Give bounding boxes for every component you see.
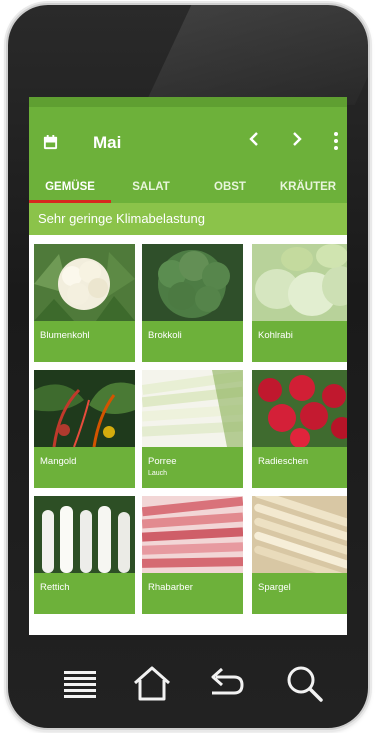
tab-label: GEMÜSE — [45, 181, 95, 193]
card-rhabarber[interactable]: Rhabarber — [142, 496, 243, 614]
radieschen-image — [252, 370, 347, 447]
card-title: Rettich — [40, 582, 70, 593]
menu-icon[interactable] — [60, 663, 100, 703]
tab-kraeuter[interactable]: KRÄUTER — [269, 173, 347, 203]
blumenkohl-image — [34, 244, 135, 321]
card-kohlrabi[interactable]: Kohlrabi — [252, 244, 347, 362]
rettich-image — [34, 496, 135, 573]
back-icon[interactable] — [206, 663, 246, 703]
category-tabs: GEMÜSE SALAT OBST KRÄUTER — [29, 173, 347, 203]
card-spargel[interactable]: Spargel — [252, 496, 347, 614]
app-bar: Mai — [29, 107, 347, 173]
tab-salat[interactable]: SALAT — [111, 173, 191, 203]
card-title: Brokkoli — [148, 330, 182, 341]
card-title: Porree — [148, 456, 177, 467]
porree-image — [142, 370, 243, 447]
month-title: Mai — [93, 133, 122, 152]
tab-label: OBST — [214, 181, 246, 193]
tab-obst[interactable]: OBST — [191, 173, 269, 203]
bottom-nav — [8, 641, 368, 728]
status-bar — [29, 97, 347, 107]
chevron-right-icon[interactable] — [292, 131, 302, 147]
card-title: Kohlrabi — [258, 330, 293, 341]
card-title: Mangold — [40, 456, 77, 467]
tab-gemuese[interactable]: GEMÜSE — [29, 173, 111, 203]
search-icon[interactable] — [284, 663, 324, 703]
tab-label: SALAT — [132, 181, 170, 193]
vegetable-grid: Blumenkohl Brokkoli Kohlrabi Mangold Por… — [29, 235, 347, 635]
card-subtitle: Lauch — [148, 470, 168, 477]
card-mangold[interactable]: Mangold — [34, 370, 135, 488]
card-radieschen[interactable]: Radieschen — [252, 370, 347, 488]
section-header: Sehr geringe Klimabelastung — [29, 203, 347, 235]
kohlrabi-image — [252, 244, 347, 321]
calendar-icon[interactable] — [43, 135, 58, 150]
app-screen: Mai GEMÜSE SALAT OBST KRÄUTER Sehr gerin… — [29, 97, 347, 635]
card-title: Spargel — [258, 582, 291, 593]
card-title: Radieschen — [258, 456, 309, 467]
card-title: Blumenkohl — [40, 330, 90, 341]
card-blumenkohl[interactable]: Blumenkohl — [34, 244, 135, 362]
card-brokkoli[interactable]: Brokkoli — [142, 244, 243, 362]
more-vertical-icon[interactable] — [333, 131, 339, 151]
tab-label: KRÄUTER — [279, 181, 337, 193]
card-title: Rhabarber — [148, 582, 193, 593]
home-icon[interactable] — [132, 663, 172, 703]
rhabarber-image — [142, 496, 243, 573]
phone-frame: Mai GEMÜSE SALAT OBST KRÄUTER Sehr gerin… — [8, 5, 368, 728]
card-rettich[interactable]: Rettich — [34, 496, 135, 614]
spargel-image — [252, 496, 347, 573]
card-porree[interactable]: Porree Lauch — [142, 370, 243, 488]
chevron-left-icon[interactable] — [249, 131, 259, 147]
phone-glare — [144, 5, 368, 105]
brokkoli-image — [142, 244, 243, 321]
mangold-image — [34, 370, 135, 447]
